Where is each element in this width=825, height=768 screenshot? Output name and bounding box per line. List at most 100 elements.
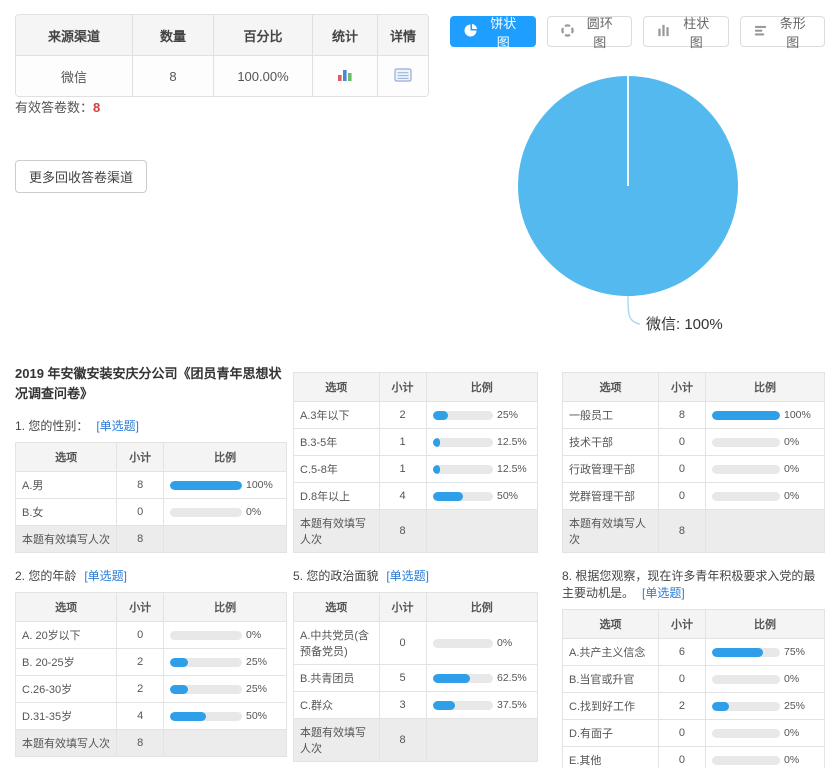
question-table-header: 选项	[294, 593, 380, 622]
ratio-bar-track	[433, 701, 493, 710]
ratio-bar-fill	[433, 492, 463, 501]
ratio-percent-label: 50%	[497, 490, 531, 502]
question-table: 选项小计比例A. 20岁以下00%B. 20-25岁225%C.26-30岁22…	[15, 592, 287, 757]
bar-chart-icon[interactable]	[336, 67, 354, 86]
question-type-link[interactable]: [单选题]	[386, 569, 429, 583]
ratio-bar-track	[712, 702, 780, 711]
option-count-cell: 0	[379, 622, 426, 665]
ratio-percent-label: 0%	[784, 727, 818, 739]
pie-chart-button[interactable]: 饼状图	[450, 16, 536, 47]
ratio-bar-fill	[712, 648, 763, 657]
ratio-bar-track	[712, 675, 780, 684]
option-ratio-cell: 50%	[426, 483, 537, 510]
question-table-header: 选项	[563, 373, 659, 402]
ratio-percent-label: 0%	[246, 629, 280, 641]
table-row: E.其他00%	[563, 747, 825, 768]
ratio-bar-track	[433, 438, 493, 447]
donut-chart-button[interactable]: 圆环图	[547, 16, 633, 47]
option-count-cell: 1	[379, 456, 426, 483]
ratio-percent-label: 0%	[784, 754, 818, 766]
ratio-percent-label: 37.5%	[497, 699, 531, 711]
ratio-percent-label: 25%	[784, 700, 818, 712]
option-label-cell: A.共产主义信念	[563, 639, 659, 666]
option-count-cell: 0	[658, 429, 705, 456]
ratio-bar-track	[433, 674, 493, 683]
donut-chart-button-label: 圆环图	[581, 13, 620, 51]
question-table-header-row: 选项小计比例	[563, 610, 825, 639]
survey-stats-page: 来源渠道 数量 百分比 统计 详情 微信 8 100.00%	[0, 0, 825, 768]
ratio-bar-track	[170, 508, 242, 517]
option-ratio-cell: 0%	[164, 499, 287, 526]
option-count-cell: 0	[658, 747, 705, 768]
question-table-header: 比例	[164, 593, 287, 622]
option-label-cell: C.26-30岁	[16, 676, 117, 703]
pie-chart[interactable]: 微信: 100%	[455, 55, 800, 355]
question-type-link[interactable]: [单选题]	[84, 569, 127, 583]
table-row: B.女00%	[16, 499, 287, 526]
table-row: 微信 8 100.00%	[16, 56, 428, 97]
ratio-bar: 0%	[712, 436, 818, 448]
ratio-bar-track	[712, 756, 780, 765]
option-label-cell: B.共青团员	[294, 665, 380, 692]
table-row: D.有面子00%	[563, 720, 825, 747]
more-channels-button[interactable]: 更多回收答卷渠道	[15, 160, 147, 193]
ratio-bar: 50%	[170, 710, 280, 722]
option-label-cell: A.男	[16, 472, 117, 499]
question-table-header: 小计	[117, 593, 164, 622]
header-detail: 详情	[378, 15, 429, 56]
ratio-bar-track	[170, 712, 242, 721]
header-count: 数量	[133, 15, 214, 56]
question-table-header: 比例	[426, 593, 537, 622]
question-table: 选项小计比例一般员工8100%技术干部00%行政管理干部00%党群管理干部00%…	[562, 372, 825, 553]
option-count-cell: 2	[117, 649, 164, 676]
stats-cell	[313, 56, 378, 97]
option-count-cell: 0	[658, 720, 705, 747]
option-label-cell: D.31-35岁	[16, 703, 117, 730]
ratio-bar: 12.5%	[433, 463, 531, 475]
question-table-header: 选项	[16, 443, 117, 472]
donut-icon	[560, 23, 575, 41]
option-label-cell: 本题有效填写人次	[16, 526, 117, 553]
table-row: 一般员工8100%	[563, 402, 825, 429]
question-type-link[interactable]: [单选题]	[96, 419, 139, 433]
ratio-bar: 75%	[712, 646, 818, 658]
question-table-header: 比例	[426, 373, 537, 402]
horizontal-bar-chart-button[interactable]: 条形图	[740, 16, 825, 47]
ratio-bar: 50%	[433, 490, 531, 502]
option-count-cell: 8	[658, 402, 705, 429]
ratio-percent-label: 0%	[246, 506, 280, 518]
option-label-cell: B. 20-25岁	[16, 649, 117, 676]
option-count-cell: 0	[658, 483, 705, 510]
option-label-cell: 本题有效填写人次	[16, 730, 117, 757]
option-count-cell: 4	[117, 703, 164, 730]
chart-type-toolbar: 饼状图 圆环图 柱状图	[450, 16, 825, 47]
question-table-header-row: 选项小计比例	[294, 593, 538, 622]
option-ratio-cell: 100%	[164, 472, 287, 499]
ratio-percent-label: 0%	[784, 673, 818, 685]
column-chart-button[interactable]: 柱状图	[643, 16, 729, 47]
question-type-link[interactable]: [单选题]	[642, 586, 685, 600]
question-table-header: 比例	[705, 610, 824, 639]
option-label-cell: B.3-5年	[294, 429, 380, 456]
option-count-cell: 2	[379, 402, 426, 429]
ratio-percent-label: 0%	[784, 490, 818, 502]
ratio-bar-track	[433, 639, 493, 648]
valid-count-line: 有效答卷数：8	[15, 97, 100, 116]
survey-column-right: 选项小计比例一般员工8100%技术干部00%行政管理干部00%党群管理干部00%…	[562, 356, 825, 768]
option-label-cell: A. 20岁以下	[16, 622, 117, 649]
table-row: 本题有效填写人次8	[294, 719, 538, 762]
option-label-cell: B.女	[16, 499, 117, 526]
ratio-bar: 12.5%	[433, 436, 531, 448]
detail-icon[interactable]	[394, 68, 412, 85]
option-ratio-cell: 50%	[164, 703, 287, 730]
header-percent: 百分比	[214, 15, 313, 56]
ratio-bar-fill	[712, 702, 729, 711]
question-table-header: 比例	[164, 443, 287, 472]
ratio-bar-track	[712, 648, 780, 657]
detail-cell	[378, 56, 429, 97]
ratio-percent-label: 50%	[246, 710, 280, 722]
table-row: C.找到好工作225%	[563, 693, 825, 720]
ratio-bar-track	[712, 465, 780, 474]
option-label-cell: 一般员工	[563, 402, 659, 429]
ratio-bar-fill	[433, 701, 456, 710]
